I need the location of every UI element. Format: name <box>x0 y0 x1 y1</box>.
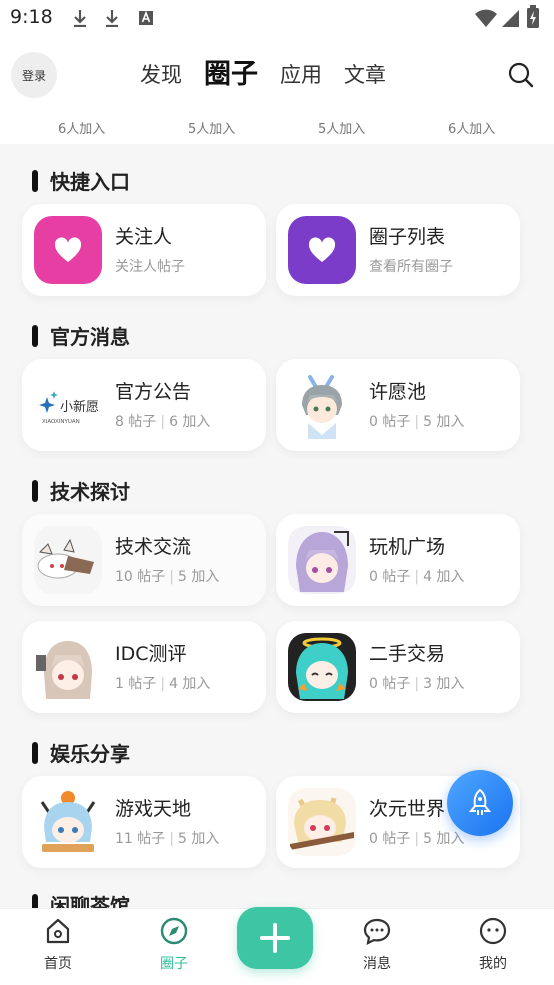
circle-card-second-hand[interactable]: 二手交易 0 帖子 | 3 加入 <box>276 621 520 713</box>
section-title: 技术探讨 <box>32 476 130 505</box>
category-tabs: 发现 圈子 应用 文章 <box>140 58 408 92</box>
bottom-nav: 首页 圈子 消息 我的 <box>0 907 554 985</box>
anime-avatar <box>288 526 356 594</box>
circle-card-device-plaza[interactable]: 玩机广场 0 帖子 | 4 加入 <box>276 514 520 606</box>
xiaoxinyuan-logo: 小新愿 XIAOXINYUAN <box>34 371 102 439</box>
download-icon <box>106 10 118 27</box>
anime-avatar <box>288 371 356 439</box>
heart-icon <box>288 216 356 284</box>
nav-label: 消息 <box>363 956 391 972</box>
card-title: 圈子列表 <box>369 226 446 248</box>
tab-discover[interactable]: 发现 <box>140 58 182 92</box>
status-time: 9:18 <box>10 6 53 28</box>
nav-home[interactable]: 首页 <box>18 917 98 973</box>
section-title: 快捷入口 <box>32 166 130 195</box>
card-subtitle: 关注人帖子 <box>115 259 185 275</box>
signal-icon <box>502 10 519 27</box>
joined-count: 6人加入 <box>58 122 106 137</box>
search-icon[interactable] <box>508 62 534 88</box>
battery-icon <box>527 5 539 28</box>
joined-count: 6人加入 <box>448 122 496 137</box>
anime-avatar <box>288 788 356 856</box>
card-stats: 0 帖子 | 5 加入 <box>369 414 465 430</box>
card-title: 二手交易 <box>369 643 446 665</box>
compass-icon <box>160 917 188 945</box>
anime-avatar <box>34 526 102 594</box>
svg-text:XIAOXINYUAN: XIAOXINYUAN <box>42 419 80 425</box>
card-stats: 1 帖子 | 4 加入 <box>115 676 211 692</box>
card-title: IDC测评 <box>115 643 187 665</box>
top-header: 登录 发现 圈子 应用 文章 <box>0 36 554 116</box>
anime-avatar <box>34 633 102 701</box>
chat-icon <box>363 918 391 945</box>
circle-card-tech-exchange[interactable]: 技术交流 10 帖子 | 5 加入 <box>22 514 266 606</box>
plus-icon <box>260 923 290 953</box>
shortcut-card-circle-list[interactable]: 圈子列表 查看所有圈子 <box>276 204 520 296</box>
card-subtitle: 查看所有圈子 <box>369 259 453 275</box>
card-title: 技术交流 <box>115 536 192 558</box>
card-title: 关注人 <box>115 226 173 248</box>
heart-icon <box>34 216 102 284</box>
create-post-button[interactable] <box>237 907 313 969</box>
circle-card-announcement[interactable]: 小新愿 XIAOXINYUAN 官方公告 8 帖子 | 6 加入 <box>22 359 266 451</box>
nav-label: 圈子 <box>160 956 188 972</box>
circle-card-idc-review[interactable]: IDC测评 1 帖子 | 4 加入 <box>22 621 266 713</box>
nav-label: 我的 <box>479 956 507 972</box>
tab-circles[interactable]: 圈子 <box>204 58 258 92</box>
download-icon <box>74 10 86 27</box>
nav-circles[interactable]: 圈子 <box>134 917 214 973</box>
section-title: 娱乐分享 <box>32 738 130 767</box>
section-title: 官方消息 <box>32 321 130 350</box>
anime-avatar <box>288 633 356 701</box>
card-title: 玩机广场 <box>369 536 446 558</box>
card-title: 游戏天地 <box>115 798 192 820</box>
card-stats: 11 帖子 | 5 加入 <box>115 831 220 847</box>
card-title: 许愿池 <box>369 381 427 403</box>
nav-profile[interactable]: 我的 <box>453 917 533 973</box>
joined-count-row: 6人加入 5人加入 5人加入 6人加入 <box>0 116 554 144</box>
rocket-fab-button[interactable] <box>447 770 513 836</box>
section-title: 闲聊茶馆 <box>32 890 130 908</box>
svg-text:小新愿: 小新愿 <box>60 399 99 415</box>
joined-count: 5人加入 <box>188 122 236 137</box>
joined-count: 5人加入 <box>318 122 366 137</box>
home-icon <box>46 918 70 944</box>
rocket-icon <box>468 788 492 815</box>
circle-card-game-world[interactable]: 游戏天地 11 帖子 | 5 加入 <box>22 776 266 868</box>
card-stats: 8 帖子 | 6 加入 <box>115 414 211 430</box>
profile-icon <box>479 917 507 945</box>
anime-avatar <box>34 788 102 856</box>
card-title: 次元世界 <box>369 798 446 820</box>
card-title: 官方公告 <box>115 381 192 403</box>
app-a-icon <box>139 10 153 25</box>
card-stats: 0 帖子 | 3 加入 <box>369 676 465 692</box>
tab-articles[interactable]: 文章 <box>344 58 386 92</box>
login-button[interactable]: 登录 <box>11 52 57 98</box>
card-stats: 0 帖子 | 4 加入 <box>369 569 465 585</box>
shortcut-card-follow[interactable]: 关注人 关注人帖子 <box>22 204 266 296</box>
nav-messages[interactable]: 消息 <box>337 917 417 973</box>
card-stats: 0 帖子 | 5 加入 <box>369 831 465 847</box>
circle-card-wishing-pool[interactable]: 许愿池 0 帖子 | 5 加入 <box>276 359 520 451</box>
wifi-icon <box>475 9 497 27</box>
status-bar: 9:18 <box>0 0 554 36</box>
nav-label: 首页 <box>44 956 72 972</box>
card-stats: 10 帖子 | 5 加入 <box>115 569 220 585</box>
tab-apps[interactable]: 应用 <box>280 58 322 92</box>
